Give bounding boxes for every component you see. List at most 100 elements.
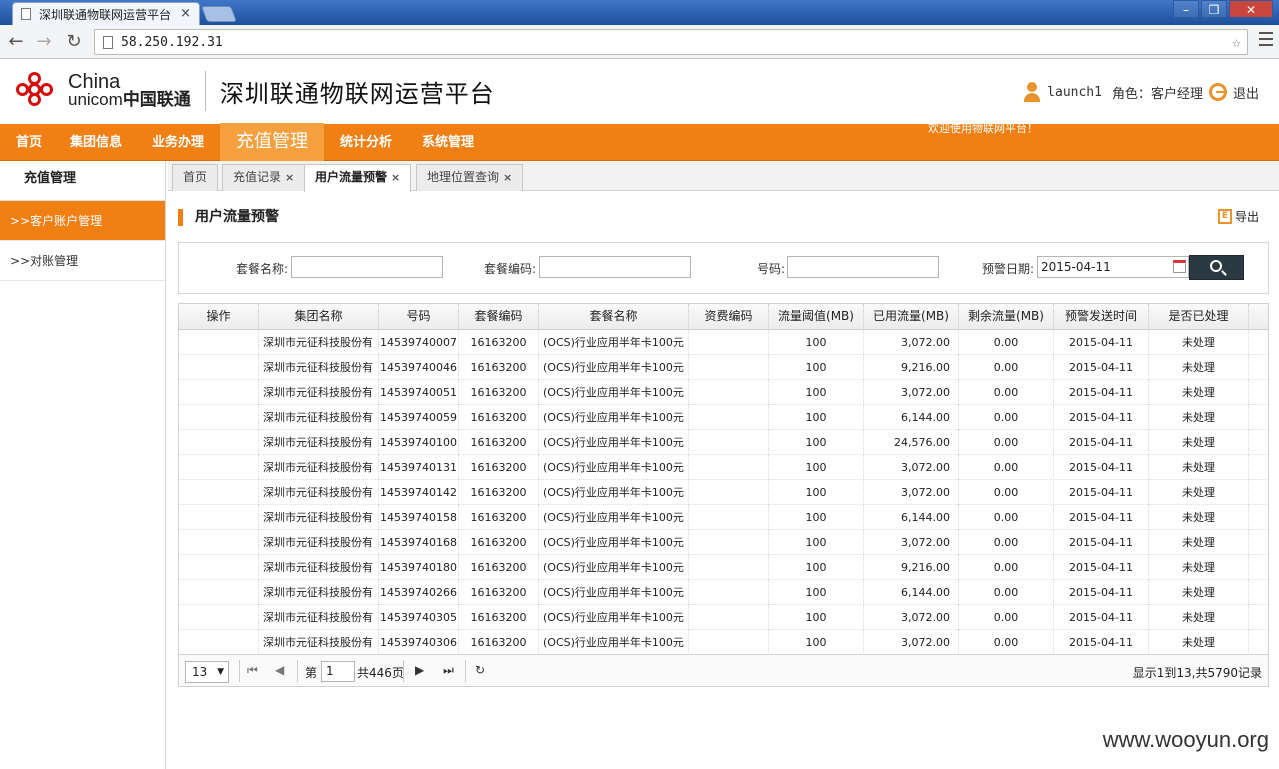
cell-plan-name: (OCS)行业应用半年卡100元	[539, 580, 689, 605]
refresh-icon[interactable]: ↻	[475, 663, 485, 677]
cell-group-name: 深圳市元征科技股份有	[259, 480, 379, 505]
number-input[interactable]	[787, 256, 939, 278]
cell-number: 14539740046	[379, 355, 459, 380]
maximize-icon[interactable]: ❐	[1201, 0, 1227, 18]
cell-used: 3,072.00	[864, 380, 959, 405]
nav-group-info[interactable]: 集团信息	[70, 124, 122, 161]
cell-plan-code: 16163200	[459, 505, 539, 530]
nav-recharge[interactable]: 充值管理	[220, 123, 324, 161]
table-row[interactable]: 深圳市元征科技股份有 14539740168 16163200 (OCS)行业应用半年…	[179, 530, 1268, 555]
table-row[interactable]: 深圳市元征科技股份有 14539740158 16163200 (OCS)行业应用半年…	[179, 505, 1268, 530]
table-row[interactable]: 深圳市元征科技股份有 14539740059 16163200 (OCS)行业应用半年…	[179, 405, 1268, 430]
nav-system[interactable]: 系统管理	[422, 124, 474, 161]
tab-traffic-alert[interactable]: 用户流量预警 ×	[304, 164, 412, 192]
browser-tab-title: 深圳联通物联网运营平台	[39, 7, 172, 22]
tab-close-icon[interactable]: ×	[503, 171, 512, 184]
last-page-icon[interactable]: ⏭	[443, 663, 454, 678]
tab-close-icon[interactable]: ×	[285, 171, 294, 184]
cell-threshold: 100	[769, 330, 864, 355]
page-size-select[interactable]: 13	[185, 661, 229, 683]
cell-number: 14539740158	[379, 505, 459, 530]
export-label: 导出	[1234, 210, 1259, 224]
tab-home[interactable]: 首页	[172, 164, 219, 191]
alert-date-input[interactable]: 2015-04-11	[1037, 256, 1189, 278]
table-row[interactable]: 深圳市元征科技股份有 14539740051 16163200 (OCS)行业应用半年…	[179, 380, 1268, 405]
nav-statistics[interactable]: 统计分析	[340, 124, 392, 161]
table-row[interactable]: 深圳市元征科技股份有 14539740142 16163200 (OCS)行业应用半年…	[179, 480, 1268, 505]
cell-used: 9,216.00	[864, 355, 959, 380]
record-info: 显示1到13,共5790记录	[1132, 666, 1262, 680]
tab-close-icon[interactable]: ×	[391, 171, 400, 184]
close-tab-icon[interactable]: ×	[180, 6, 191, 21]
reload-icon[interactable]: ↻	[62, 30, 86, 54]
table-row[interactable]: 深圳市元征科技股份有 14539740100 16163200 (OCS)行业应用半年…	[179, 430, 1268, 455]
cell-handled: 未处理	[1149, 505, 1249, 530]
cell-used: 6,144.00	[864, 505, 959, 530]
cell-handled: 未处理	[1149, 480, 1249, 505]
col-header-plan-code: 套餐编码	[459, 304, 539, 330]
cell-remaining: 0.00	[959, 480, 1054, 505]
page-number-input[interactable]: 1	[321, 661, 355, 682]
logout-icon[interactable]	[1208, 83, 1227, 101]
cell-send-time: 2015-04-11	[1054, 505, 1149, 530]
cell-group-name: 深圳市元征科技股份有	[259, 430, 379, 455]
cell-threshold: 100	[769, 605, 864, 630]
address-bar[interactable]: 58.250.192.31 ☆	[94, 29, 1248, 55]
cell-threshold: 100	[769, 630, 864, 655]
cell-threshold: 100	[769, 480, 864, 505]
plan-code-input[interactable]	[539, 256, 691, 278]
table-row[interactable]: 深圳市元征科技股份有 14539740306 16163200 (OCS)行业应用半年…	[179, 630, 1268, 655]
cell-tariff-code	[689, 405, 769, 430]
cell-remaining: 0.00	[959, 605, 1054, 630]
cell-op	[179, 530, 259, 555]
calendar-icon[interactable]	[1173, 260, 1186, 273]
tab-recharge-records-label: 充值记录	[233, 170, 282, 184]
prev-page-icon[interactable]: ◀	[275, 663, 284, 677]
export-button[interactable]: E 导出	[1217, 208, 1259, 225]
minimize-icon[interactable]: –	[1173, 0, 1199, 18]
browser-tab[interactable]: 深圳联通物联网运营平台 ×	[12, 2, 200, 25]
table-row[interactable]: 深圳市元征科技股份有 14539740180 16163200 (OCS)行业应用半年…	[179, 555, 1268, 580]
cell-send-time: 2015-04-11	[1054, 405, 1149, 430]
cell-plan-name: (OCS)行业应用半年卡100元	[539, 330, 689, 355]
cell-tariff-code	[689, 480, 769, 505]
cell-number: 14539740100	[379, 430, 459, 455]
nav-business[interactable]: 业务办理	[152, 124, 204, 161]
cell-plan-code: 16163200	[459, 405, 539, 430]
cell-send-time: 2015-04-11	[1054, 555, 1149, 580]
tab-recharge-records[interactable]: 充值记录 ×	[222, 164, 306, 191]
next-page-icon[interactable]: ▶	[415, 663, 424, 677]
search-button[interactable]	[1189, 255, 1244, 280]
cell-handled: 未处理	[1149, 555, 1249, 580]
table-row[interactable]: 深圳市元征科技股份有 14539740007 16163200 (OCS)行业应用半年…	[179, 330, 1268, 355]
cell-remaining: 0.00	[959, 405, 1054, 430]
table-row[interactable]: 深圳市元征科技股份有 14539740131 16163200 (OCS)行业应用半年…	[179, 455, 1268, 480]
new-tab-button[interactable]	[201, 6, 237, 22]
col-header-threshold: 流量阈值(MB)	[769, 304, 864, 330]
forward-icon[interactable]: →	[32, 30, 56, 54]
page-prefix: 第	[305, 666, 318, 680]
china-knot-icon	[14, 71, 62, 111]
close-window-icon[interactable]: ✕	[1229, 0, 1273, 18]
logout-link[interactable]: 退出	[1233, 83, 1259, 102]
menu-icon[interactable]	[1259, 32, 1273, 46]
bookmark-star-icon[interactable]: ☆	[1232, 33, 1241, 51]
col-header-used: 已用流量(MB)	[864, 304, 959, 330]
table-row[interactable]: 深圳市元征科技股份有 14539740305 16163200 (OCS)行业应用半年…	[179, 605, 1268, 630]
table-row[interactable]: 深圳市元征科技股份有 14539740046 16163200 (OCS)行业应用半年…	[179, 355, 1268, 380]
sidebar-item-customer-account[interactable]: >>客户账户管理	[0, 201, 165, 241]
url-text: 58.250.192.31	[121, 34, 223, 50]
nav-home[interactable]: 首页	[16, 124, 42, 161]
cell-op	[179, 605, 259, 630]
back-icon[interactable]: ←	[4, 30, 28, 54]
tab-traffic-alert-label: 用户流量预警	[315, 170, 388, 184]
plan-name-input[interactable]	[291, 256, 443, 278]
col-header-group-name: 集团名称	[259, 304, 379, 330]
first-page-icon[interactable]: ⏮	[247, 663, 258, 678]
cell-handled: 未处理	[1149, 530, 1249, 555]
cell-plan-name: (OCS)行业应用半年卡100元	[539, 630, 689, 655]
tab-location-query[interactable]: 地理位置查询 ×	[416, 164, 524, 191]
sidebar-item-reconciliation[interactable]: >>对账管理	[0, 241, 165, 281]
table-row[interactable]: 深圳市元征科技股份有 14539740266 16163200 (OCS)行业应用半年…	[179, 580, 1268, 605]
tab-location-query-label: 地理位置查询	[427, 170, 500, 184]
